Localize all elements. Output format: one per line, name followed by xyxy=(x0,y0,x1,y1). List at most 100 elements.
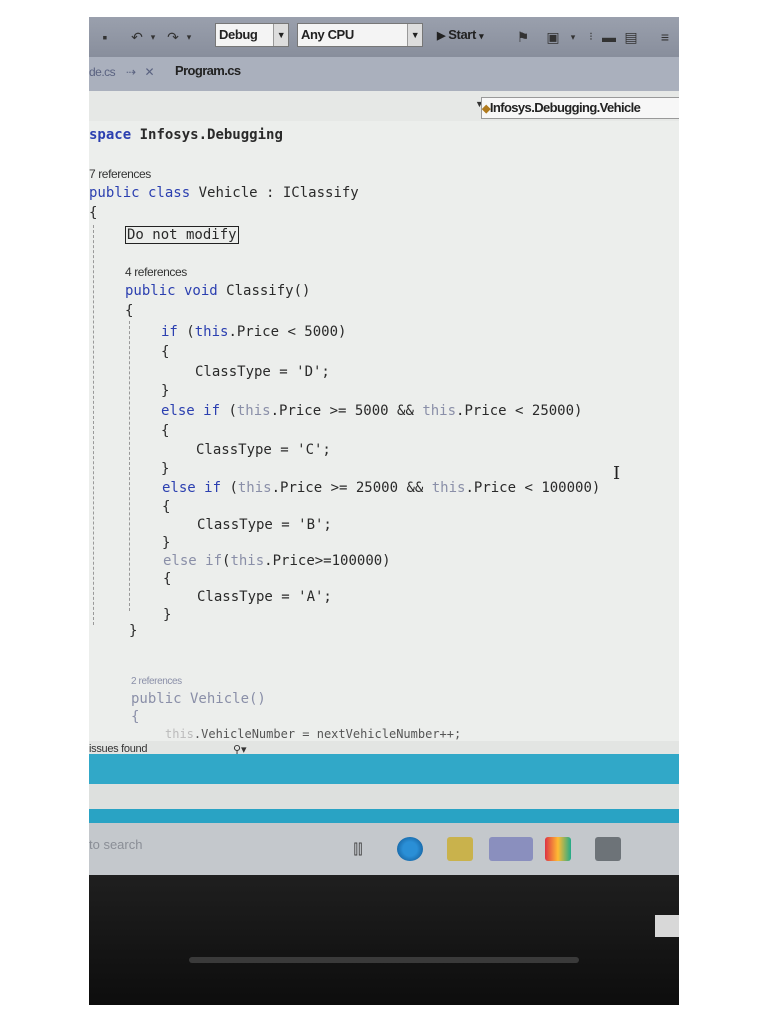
configuration-select[interactable]: Debug ▼ xyxy=(215,23,289,47)
browser-link-icon[interactable]: ⚑ xyxy=(515,29,531,45)
play-icon: ▶ xyxy=(437,30,446,42)
identifier: Vehicle() xyxy=(181,691,266,707)
expression: .Price>=100000) xyxy=(264,553,391,569)
indent-guide xyxy=(93,225,94,625)
code-line: { xyxy=(125,303,134,319)
keyword: this xyxy=(236,403,271,419)
code-line: { xyxy=(162,499,171,515)
chevron-down-icon: ▼ xyxy=(273,24,288,46)
code-line: { xyxy=(161,344,170,360)
redo-icon[interactable]: ↷ xyxy=(165,29,181,45)
save-all-icon[interactable]: ▪ xyxy=(97,29,113,45)
code-line: Do not modify xyxy=(125,226,239,244)
code-line: else if(this.Price>=100000) xyxy=(163,553,391,569)
navigation-bar: ▼ ◆Infosys.Debugging.Vehicle xyxy=(89,91,679,122)
tab-label: de.cs xyxy=(89,65,116,79)
configuration-value: Debug xyxy=(219,27,258,42)
undo-icon[interactable]: ↶ xyxy=(129,29,145,45)
expression: .VehicleNumber = nextVehicleNumber++; xyxy=(193,727,462,741)
keyword: else if xyxy=(162,480,222,496)
keyword: this xyxy=(194,324,229,340)
operator: ( xyxy=(221,480,238,496)
type-navigation-value: Infosys.Debugging.Vehicle xyxy=(489,100,641,115)
codelens-references[interactable]: 7 references xyxy=(89,167,151,181)
tab-vehicle-cs[interactable]: de.cs ⇢ ✕ xyxy=(89,65,154,79)
operator: ( xyxy=(220,403,237,419)
code-line: public void Classify() xyxy=(125,283,310,299)
keyword: class xyxy=(139,185,191,201)
keyword: this xyxy=(165,727,194,741)
expression: .Price >= 5000 && xyxy=(270,403,423,419)
keyword: else if xyxy=(161,403,221,419)
code-line: public class Vehicle : IClassify xyxy=(89,185,359,201)
start-button[interactable]: ▶ Start ▾ xyxy=(437,27,484,42)
status-bar-bottom xyxy=(89,809,679,823)
code-line: { xyxy=(89,205,98,221)
toolbar: ▪ ↶ ▾ ↷ ▾ Debug ▼ Any CPU ▼ ▶ Start ▾ ⚑ … xyxy=(89,17,679,57)
code-line: { xyxy=(161,423,170,439)
expression: .Price < 5000) xyxy=(228,324,347,340)
ide-window: ▪ ↶ ▾ ↷ ▾ Debug ▼ Any CPU ▼ ▶ Start ▾ ⚑ … xyxy=(89,17,679,1005)
undo-dropdown-icon[interactable]: ▾ xyxy=(145,29,161,45)
code-line: { xyxy=(131,709,140,725)
screenshot-icon[interactable]: ▣ xyxy=(545,29,561,45)
keyword: this xyxy=(422,403,457,419)
codelens-references[interactable]: 2 references xyxy=(131,676,182,687)
play-icon xyxy=(655,915,679,937)
keyword: space xyxy=(89,127,132,143)
document-tabs: de.cs ⇢ ✕ Program.cs xyxy=(89,57,679,91)
platform-value: Any CPU xyxy=(301,27,354,42)
edge-icon[interactable] xyxy=(397,837,423,861)
pin-icon[interactable]: ⇢ xyxy=(126,65,136,79)
code-line: ClassType = 'D'; xyxy=(195,364,330,380)
keyword: this xyxy=(230,553,265,569)
code-line: public Vehicle() xyxy=(131,691,266,707)
keyword: else if xyxy=(163,553,223,569)
bezel-strip xyxy=(189,957,579,963)
comment-icon[interactable]: ≡ xyxy=(657,29,673,45)
status-bar xyxy=(89,754,679,784)
text-cursor-icon: I xyxy=(613,463,621,484)
windows-taskbar: to search ⫿⫿ xyxy=(89,823,679,875)
code-line: this.VehicleNumber = nextVehicleNumber++… xyxy=(165,727,461,741)
code-line: if (this.Price < 5000) xyxy=(161,324,346,340)
bookmark-icon[interactable]: ▤ xyxy=(623,29,639,45)
close-icon[interactable]: ✕ xyxy=(144,65,154,79)
start-label: Start xyxy=(448,27,476,42)
chevron-down-icon: ▾ xyxy=(479,31,484,41)
indent-guide xyxy=(129,321,130,611)
expression: .Price >= 25000 && xyxy=(271,480,432,496)
code-line: else if (this.Price >= 5000 && this.Pric… xyxy=(161,403,582,419)
keyword: this xyxy=(237,480,272,496)
code-line: } xyxy=(161,383,170,399)
task-view-icon[interactable]: ⫿⫿ xyxy=(345,837,371,861)
operator: ( xyxy=(177,324,195,340)
code-line: space Infosys.Debugging xyxy=(89,127,283,143)
dropdown-icon[interactable]: ▾ xyxy=(565,29,581,45)
store-icon[interactable] xyxy=(545,837,571,861)
visual-studio-icon[interactable] xyxy=(489,837,533,861)
platform-select[interactable]: Any CPU ▼ xyxy=(297,23,423,47)
code-editor[interactable]: space Infosys.Debugging 7 references pub… xyxy=(89,121,679,741)
step-icon[interactable]: ⁝ xyxy=(583,29,599,45)
keyword: this xyxy=(431,480,466,496)
keyword: public xyxy=(89,185,140,201)
folder-icon[interactable]: ▬ xyxy=(601,29,617,45)
keyword: public xyxy=(125,283,176,299)
keyword: if xyxy=(161,324,178,340)
code-line: } xyxy=(161,461,170,477)
codelens-references[interactable]: 4 references xyxy=(125,265,187,279)
taskbar-search[interactable]: to search xyxy=(89,837,142,852)
collapsed-region[interactable]: Do not modify xyxy=(125,226,239,244)
redo-dropdown-icon[interactable]: ▾ xyxy=(181,29,197,45)
keyword: public xyxy=(131,691,182,707)
code-line: ClassType = 'A'; xyxy=(197,589,332,605)
type-navigation-select[interactable]: ◆Infosys.Debugging.Vehicle xyxy=(481,97,679,119)
file-explorer-icon[interactable] xyxy=(447,837,473,861)
monitor-bezel xyxy=(89,875,679,1005)
tab-program-cs[interactable]: Program.cs xyxy=(175,63,241,78)
identifier: Classify() xyxy=(217,283,311,299)
code-line: } xyxy=(129,623,138,639)
photos-icon[interactable] xyxy=(595,837,621,861)
class-icon: ◆ xyxy=(482,103,490,115)
